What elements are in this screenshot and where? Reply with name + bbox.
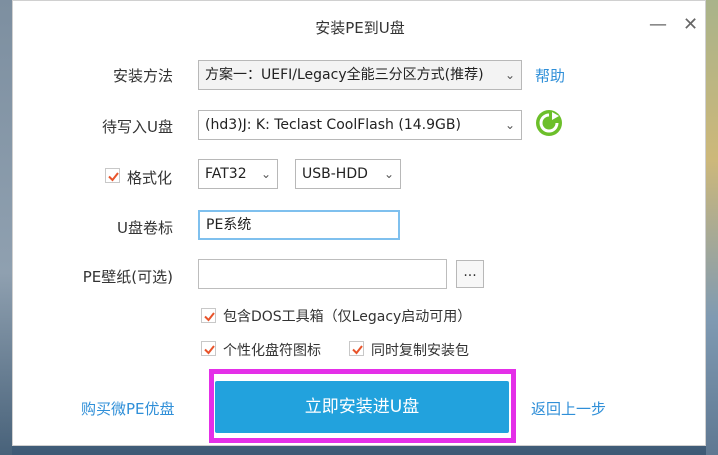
filesystem-select[interactable]: FAT32 ⌄ bbox=[198, 159, 278, 189]
copy-installer-checkbox[interactable] bbox=[349, 341, 364, 356]
target-disk-label: 待写入U盘 bbox=[102, 118, 173, 136]
boot-mode-select[interactable]: USB-HDD ⌄ bbox=[295, 159, 401, 189]
format-label: 格式化 bbox=[127, 169, 173, 187]
desktop-edge-left bbox=[0, 0, 12, 455]
install-method-value: 方案一：UEFI/Legacy全能三分区方式(推荐) bbox=[205, 67, 484, 83]
chevron-down-icon: ⌄ bbox=[504, 118, 515, 132]
custom-icon-checkbox[interactable] bbox=[201, 341, 216, 356]
target-disk-value: (hd3)J: K: Teclast CoolFlash (14.9GB) bbox=[205, 117, 461, 133]
chevron-down-icon: ⌄ bbox=[504, 68, 515, 82]
help-link[interactable]: 帮助 bbox=[535, 65, 565, 86]
dos-tools-checkbox[interactable] bbox=[201, 308, 216, 323]
copy-installer-label: 同时复制安装包 bbox=[371, 343, 469, 359]
window-title: 安装PE到U盘 bbox=[315, 19, 405, 37]
target-disk-select[interactable]: (hd3)J: K: Teclast CoolFlash (14.9GB) ⌄ bbox=[198, 110, 522, 140]
refresh-icon[interactable] bbox=[535, 109, 563, 137]
boot-mode-value: USB-HDD bbox=[302, 166, 368, 182]
dos-tools-label: 包含DOS工具箱（仅Legacy启动可用） bbox=[223, 309, 472, 325]
wallpaper-label: PE壁纸(可选) bbox=[82, 268, 173, 286]
volume-label-label: U盘卷标 bbox=[117, 219, 173, 237]
format-checkbox[interactable] bbox=[105, 168, 120, 183]
install-pe-dialog: 安装PE到U盘 — ✕ 安装方法 方案一：UEFI/Legacy全能三分区方式(… bbox=[12, 0, 706, 446]
buy-pe-usb-link[interactable]: 购买微PE优盘 bbox=[81, 398, 175, 419]
chevron-down-icon: ⌄ bbox=[383, 167, 394, 181]
minimize-button[interactable]: — bbox=[649, 16, 667, 34]
desktop-edge-right bbox=[706, 0, 718, 455]
browse-button[interactable]: ... bbox=[456, 260, 484, 288]
install-method-select[interactable]: 方案一：UEFI/Legacy全能三分区方式(推荐) ⌄ bbox=[198, 60, 522, 90]
filesystem-value: FAT32 bbox=[205, 166, 247, 182]
wallpaper-input[interactable] bbox=[198, 259, 447, 289]
close-button[interactable]: ✕ bbox=[683, 16, 698, 34]
install-method-label: 安装方法 bbox=[112, 67, 173, 85]
install-to-usb-button[interactable]: 立即安装进U盘 bbox=[215, 381, 509, 433]
custom-icon-label: 个性化盘符图标 bbox=[223, 343, 321, 359]
volume-label-input[interactable]: PE系统 bbox=[198, 210, 400, 240]
back-link[interactable]: 返回上一步 bbox=[531, 398, 606, 419]
chevron-down-icon: ⌄ bbox=[260, 167, 271, 181]
